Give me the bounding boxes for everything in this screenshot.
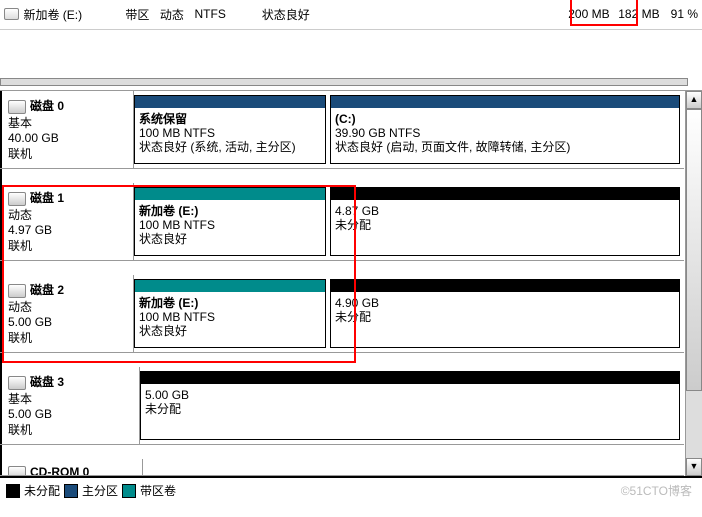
- legend-primary: 主分区: [82, 482, 118, 499]
- vol-free: 182 MB: [610, 7, 660, 21]
- vol-name: 新加卷 (E:): [23, 6, 125, 23]
- partition-text: (C:)39.90 GB NTFS状态良好 (启动, 页面文件, 故障转储, 主…: [335, 112, 675, 154]
- partition-block[interactable]: 4.90 GB未分配: [330, 279, 680, 348]
- legend-swatch-primary: [64, 484, 78, 498]
- vol-status: 状态良好: [262, 6, 550, 23]
- partition-color-bar: [135, 188, 325, 200]
- legend-bar: 未分配 主分区 带区卷 ©51CTO博客: [0, 476, 702, 503]
- disk-label: 磁盘 2动态5.00 GB联机: [0, 275, 134, 352]
- vol-capacity: 200 MB: [550, 7, 610, 21]
- partition-color-bar: [135, 96, 325, 108]
- vol-pct: 91 %: [660, 7, 698, 21]
- pane-splitter[interactable]: [0, 29, 702, 91]
- partition-block[interactable]: (C:)39.90 GB NTFS状态良好 (启动, 页面文件, 故障转储, 主…: [330, 95, 680, 164]
- partition-text: 新加卷 (E:)100 MB NTFS状态良好: [139, 296, 321, 338]
- partition-block[interactable]: 4.87 GB未分配: [330, 187, 680, 256]
- disk-icon: [8, 466, 26, 476]
- disk-row[interactable]: 磁盘 0基本40.00 GB联机系统保留100 MB NTFS状态良好 (系统,…: [0, 91, 684, 169]
- vol-fs: NTFS: [195, 7, 262, 21]
- disk-icon: [8, 192, 26, 206]
- partition-color-bar: [141, 372, 679, 384]
- partition-color-bar: [135, 280, 325, 292]
- disk-label: CD-ROM 0: [0, 459, 143, 475]
- disk-label: 磁盘 1动态4.97 GB联机: [0, 183, 134, 260]
- disk-label: 磁盘 3基本5.00 GB联机: [0, 367, 140, 444]
- vol-layout: 带区: [125, 6, 160, 23]
- disk-icon: [8, 284, 26, 298]
- volume-icon: [4, 8, 19, 20]
- legend-unalloc: 未分配: [24, 482, 60, 499]
- partition-text: 5.00 GB未分配: [145, 388, 675, 416]
- partition-block[interactable]: 新加卷 (E:)100 MB NTFS状态良好: [134, 187, 326, 256]
- vertical-scrollbar[interactable]: ▲ ▼: [685, 91, 702, 476]
- disk-row[interactable]: CD-ROM 0: [0, 459, 684, 476]
- disk-graphical-view: 磁盘 0基本40.00 GB联机系统保留100 MB NTFS状态良好 (系统,…: [0, 91, 702, 476]
- disk-row[interactable]: 磁盘 3基本5.00 GB联机5.00 GB未分配: [0, 367, 684, 445]
- legend-swatch-unalloc: [6, 484, 20, 498]
- disk-row[interactable]: 磁盘 2动态5.00 GB联机新加卷 (E:)100 MB NTFS状态良好 4.…: [0, 275, 684, 353]
- scroll-down-button[interactable]: ▼: [686, 458, 702, 476]
- partition-block[interactable]: 系统保留100 MB NTFS状态良好 (系统, 活动, 主分区): [134, 95, 326, 164]
- disk-label: 磁盘 0基本40.00 GB联机: [0, 91, 134, 168]
- volume-list-row[interactable]: 新加卷 (E:) 带区 动态 NTFS 状态良好 200 MB 182 MB 9…: [0, 0, 702, 29]
- partition-text: 新加卷 (E:)100 MB NTFS状态良好: [139, 204, 321, 246]
- disk-icon: [8, 100, 26, 114]
- legend-striped: 带区卷: [140, 482, 176, 499]
- disk-icon: [8, 376, 26, 390]
- partition-color-bar: [331, 188, 679, 200]
- partition-color-bar: [331, 280, 679, 292]
- legend-swatch-striped: [122, 484, 136, 498]
- scroll-up-button[interactable]: ▲: [686, 91, 702, 109]
- partition-color-bar: [331, 96, 679, 108]
- partition-text: 4.87 GB未分配: [335, 204, 675, 232]
- disk-row[interactable]: 磁盘 1动态4.97 GB联机新加卷 (E:)100 MB NTFS状态良好 4.…: [0, 183, 684, 261]
- scroll-thumb[interactable]: [686, 109, 702, 391]
- watermark: ©51CTO博客: [621, 482, 692, 499]
- partition-block[interactable]: 5.00 GB未分配: [140, 371, 680, 440]
- partition-block[interactable]: 新加卷 (E:)100 MB NTFS状态良好: [134, 279, 326, 348]
- vol-type: 动态: [160, 6, 195, 23]
- partition-text: 系统保留100 MB NTFS状态良好 (系统, 活动, 主分区): [139, 112, 321, 154]
- partition-text: 4.90 GB未分配: [335, 296, 675, 324]
